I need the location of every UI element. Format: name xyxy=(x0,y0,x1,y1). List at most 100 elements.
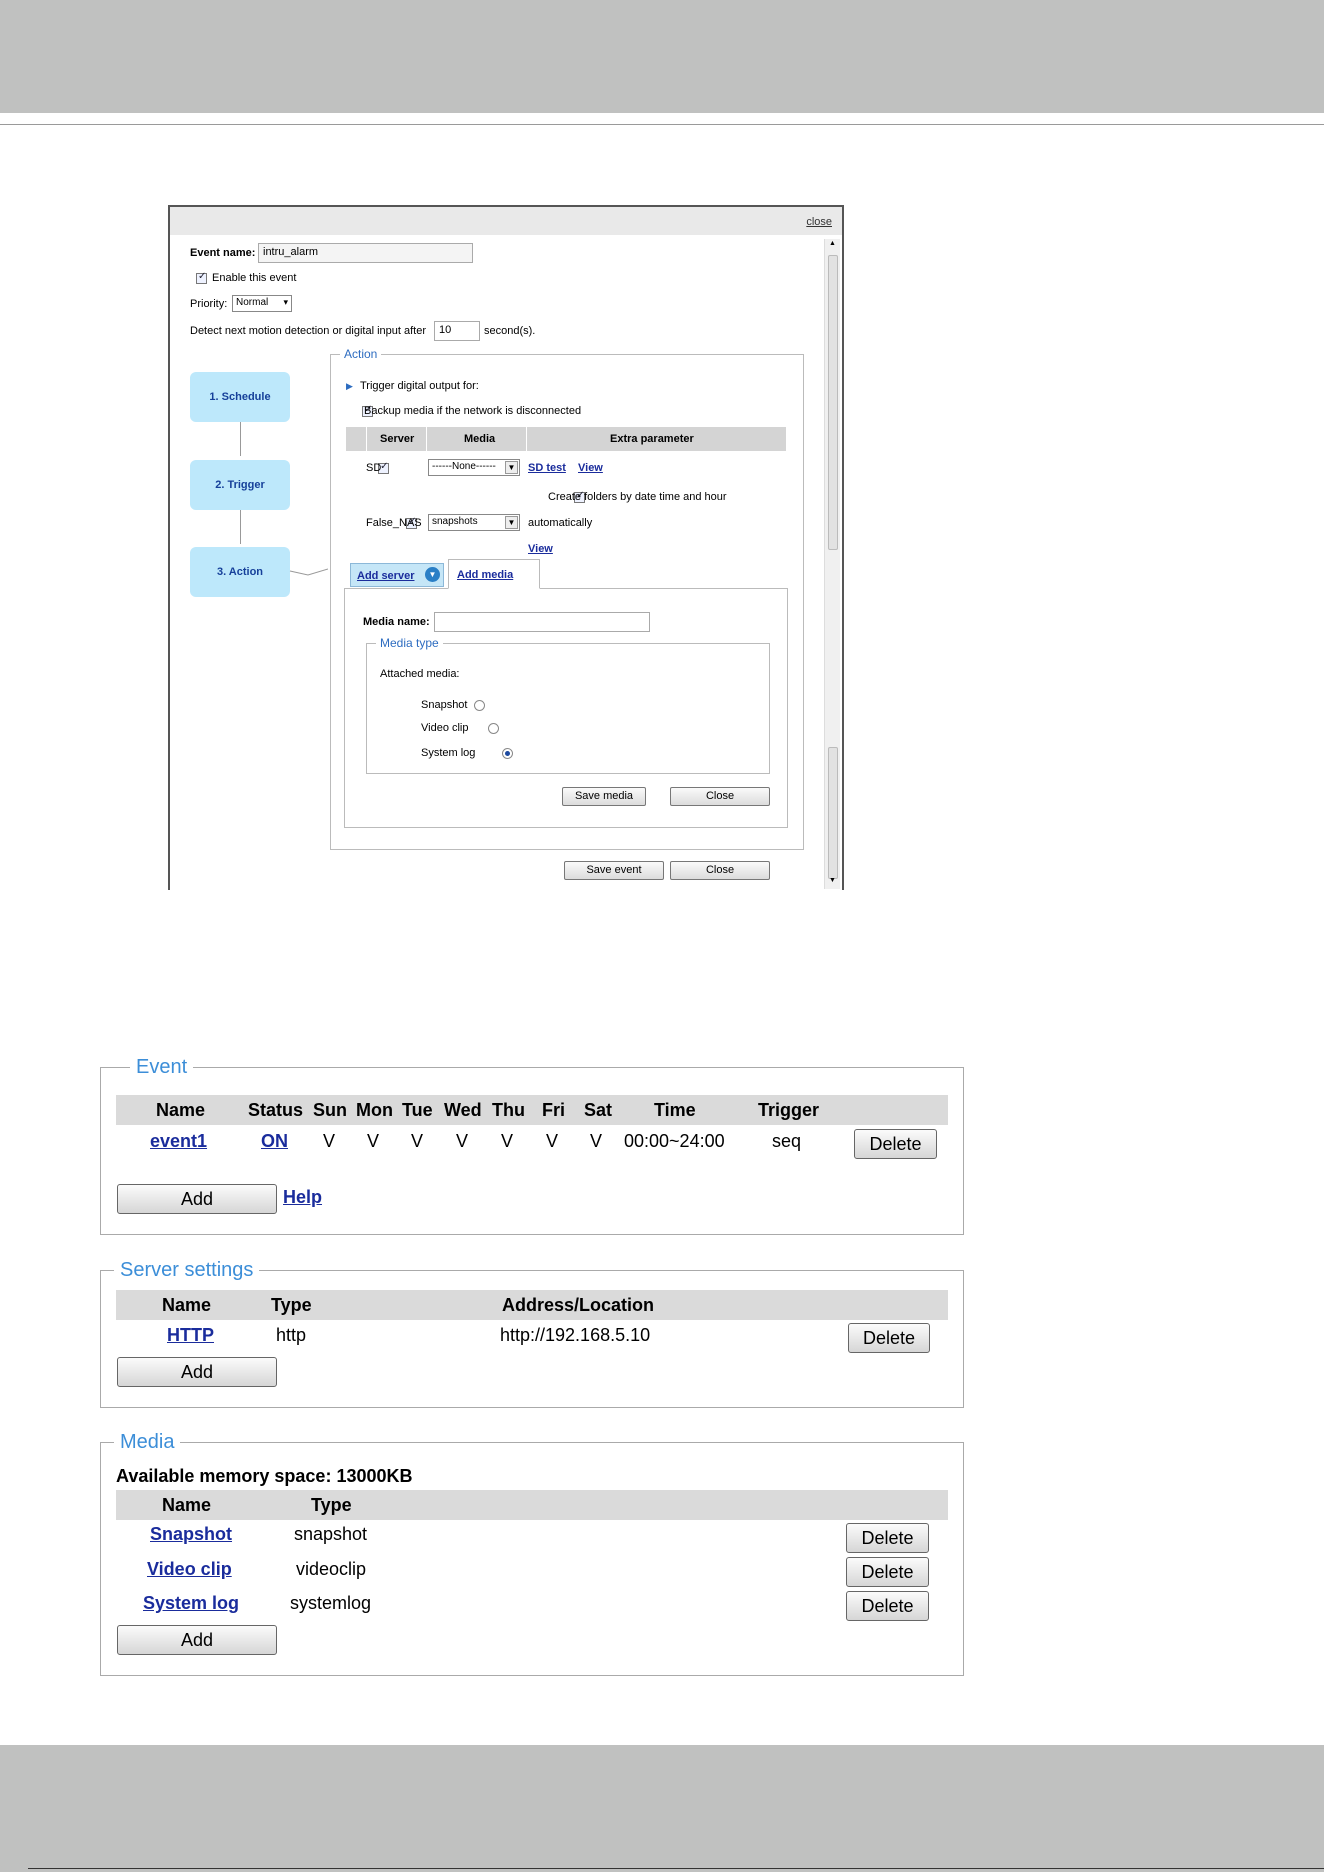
tab-add-media[interactable]: Add media xyxy=(448,559,540,589)
delete-server-button[interactable]: Delete xyxy=(848,1323,930,1353)
header-sun: Sun xyxy=(313,1100,347,1120)
enable-event-checkbox[interactable] xyxy=(196,271,207,284)
media-name-link[interactable]: Video clip xyxy=(147,1559,232,1580)
save-event-button[interactable]: Save event xyxy=(564,861,664,880)
add-media-button[interactable]: Add xyxy=(117,1625,277,1655)
event-legend: Event xyxy=(130,1056,194,1079)
media-type: snapshot xyxy=(294,1524,368,1544)
tab-add-server[interactable]: Add server ▼ xyxy=(350,563,444,587)
header-sat: Sat xyxy=(584,1100,613,1120)
tab-add-media-label[interactable]: Add media xyxy=(457,569,513,581)
day-sun: V xyxy=(323,1131,336,1151)
delete-media-button[interactable]: Delete xyxy=(846,1591,929,1621)
trigger-output-label[interactable]: Trigger digital output for: xyxy=(360,380,479,392)
media-select[interactable]: snapshots ▼ xyxy=(428,514,520,531)
radio-system-log-label: System log xyxy=(421,747,476,759)
step-action[interactable]: 3. Action xyxy=(190,547,290,597)
event-dialog: close Event name: intru_alarm Enable thi… xyxy=(168,205,844,890)
day-mon: V xyxy=(367,1131,380,1151)
media-select[interactable]: ------None------ ▼ xyxy=(428,459,520,476)
triangle-right-icon[interactable]: ▶ xyxy=(346,381,353,392)
tab-add-server-label[interactable]: Add server xyxy=(357,570,414,582)
scroll-thumb[interactable] xyxy=(828,747,838,879)
event-time: 00:00~24:00 xyxy=(624,1131,725,1151)
event-name-link[interactable]: event1 xyxy=(150,1131,207,1152)
header-type: Type xyxy=(311,1495,352,1515)
header-extra: Extra parameter xyxy=(610,433,694,445)
event-trigger: seq xyxy=(772,1131,802,1151)
media-name-link[interactable]: Snapshot xyxy=(150,1524,232,1545)
priority-select[interactable]: Normal ▾ xyxy=(232,295,292,312)
day-wed: V xyxy=(456,1131,469,1151)
close-media-button[interactable]: Close xyxy=(670,787,770,806)
event-name-input[interactable]: intru_alarm xyxy=(258,243,473,263)
media-type-legend: Media type xyxy=(376,636,443,650)
create-folders-label: Create folders by date time and hour xyxy=(548,491,727,503)
header-trigger: Trigger xyxy=(758,1100,820,1120)
day-thu: V xyxy=(501,1131,514,1151)
flow-connector xyxy=(240,422,241,456)
step-pointer xyxy=(289,568,328,576)
media-name-input[interactable] xyxy=(434,612,650,632)
chevron-down-icon: ▼ xyxy=(425,567,440,582)
scroll-up-icon[interactable]: ▲ xyxy=(829,240,836,247)
divider xyxy=(426,427,427,451)
help-link[interactable]: Help xyxy=(283,1187,322,1208)
media-select-value: ------None------ xyxy=(432,461,496,472)
media-name-label: Media name: xyxy=(363,616,430,628)
divider xyxy=(366,427,367,451)
radio-video-clip-label: Video clip xyxy=(421,722,469,734)
view-link[interactable]: View xyxy=(528,543,553,555)
save-media-button[interactable]: Save media xyxy=(562,787,646,806)
header-fri: Fri xyxy=(542,1100,566,1120)
extra-parameter: automatically xyxy=(528,517,593,529)
delete-media-button[interactable]: Delete xyxy=(846,1557,929,1587)
add-event-button[interactable]: Add xyxy=(117,1184,277,1214)
flow-connector xyxy=(240,510,241,544)
header-server: Server xyxy=(380,433,415,445)
sd-test-link[interactable]: SD test xyxy=(528,462,566,474)
scroll-thumb[interactable] xyxy=(828,255,838,550)
scroll-down-icon[interactable]: ▼ xyxy=(829,877,836,884)
seconds-label: second(s). xyxy=(484,325,536,337)
dialog-close-link[interactable]: close xyxy=(806,216,832,228)
header-media: Media xyxy=(464,433,496,445)
day-tue: V xyxy=(411,1131,424,1151)
backup-media-label: Backup media if the network is disconnec… xyxy=(364,405,582,417)
action-legend: Action xyxy=(340,347,382,361)
dialog-scrollbar[interactable]: ▲ ▼ xyxy=(824,239,840,889)
day-fri: V xyxy=(546,1131,559,1151)
close-event-button[interactable]: Close xyxy=(670,861,770,880)
header-mon: Mon xyxy=(356,1100,393,1120)
header-divider xyxy=(0,124,1324,125)
server-legend: Server settings xyxy=(114,1259,260,1282)
view-link[interactable]: View xyxy=(578,462,603,474)
divider xyxy=(526,427,527,451)
attached-media-label: Attached media: xyxy=(380,668,460,680)
radio-snapshot-label: Snapshot xyxy=(421,699,468,711)
server-address: http://192.168.5.10 xyxy=(500,1325,651,1345)
footer-divider xyxy=(28,1868,1324,1869)
step-trigger[interactable]: 2. Trigger xyxy=(190,460,290,510)
event-status-link[interactable]: ON xyxy=(261,1131,288,1152)
detect-seconds-input[interactable]: 10 xyxy=(434,321,480,341)
header-name: Name xyxy=(162,1495,212,1515)
delete-media-button[interactable]: Delete xyxy=(846,1523,929,1553)
step-schedule[interactable]: 1. Schedule xyxy=(190,372,290,422)
add-server-button[interactable]: Add xyxy=(117,1357,277,1387)
media-name-link[interactable]: System log xyxy=(143,1593,239,1614)
event-table-header: Name Status Sun Mon Tue Wed Thu Fri Sat … xyxy=(116,1095,948,1125)
media-type: videoclip xyxy=(296,1559,367,1579)
chevron-down-icon: ▼ xyxy=(505,516,518,529)
memory-space-label: Available memory space: 13000KB xyxy=(116,1466,413,1486)
delete-event-button[interactable]: Delete xyxy=(854,1129,937,1159)
header-tue: Tue xyxy=(402,1100,433,1120)
media-type: systemlog xyxy=(290,1593,372,1613)
event-name-label: Event name: xyxy=(190,247,256,259)
header-time: Time xyxy=(654,1100,696,1120)
server-name: SD xyxy=(366,462,382,474)
server-name-link[interactable]: HTTP xyxy=(167,1325,214,1346)
chevron-down-icon: ▼ xyxy=(505,461,518,474)
media-select-value: snapshots xyxy=(432,516,478,527)
header-wed: Wed xyxy=(444,1100,482,1120)
